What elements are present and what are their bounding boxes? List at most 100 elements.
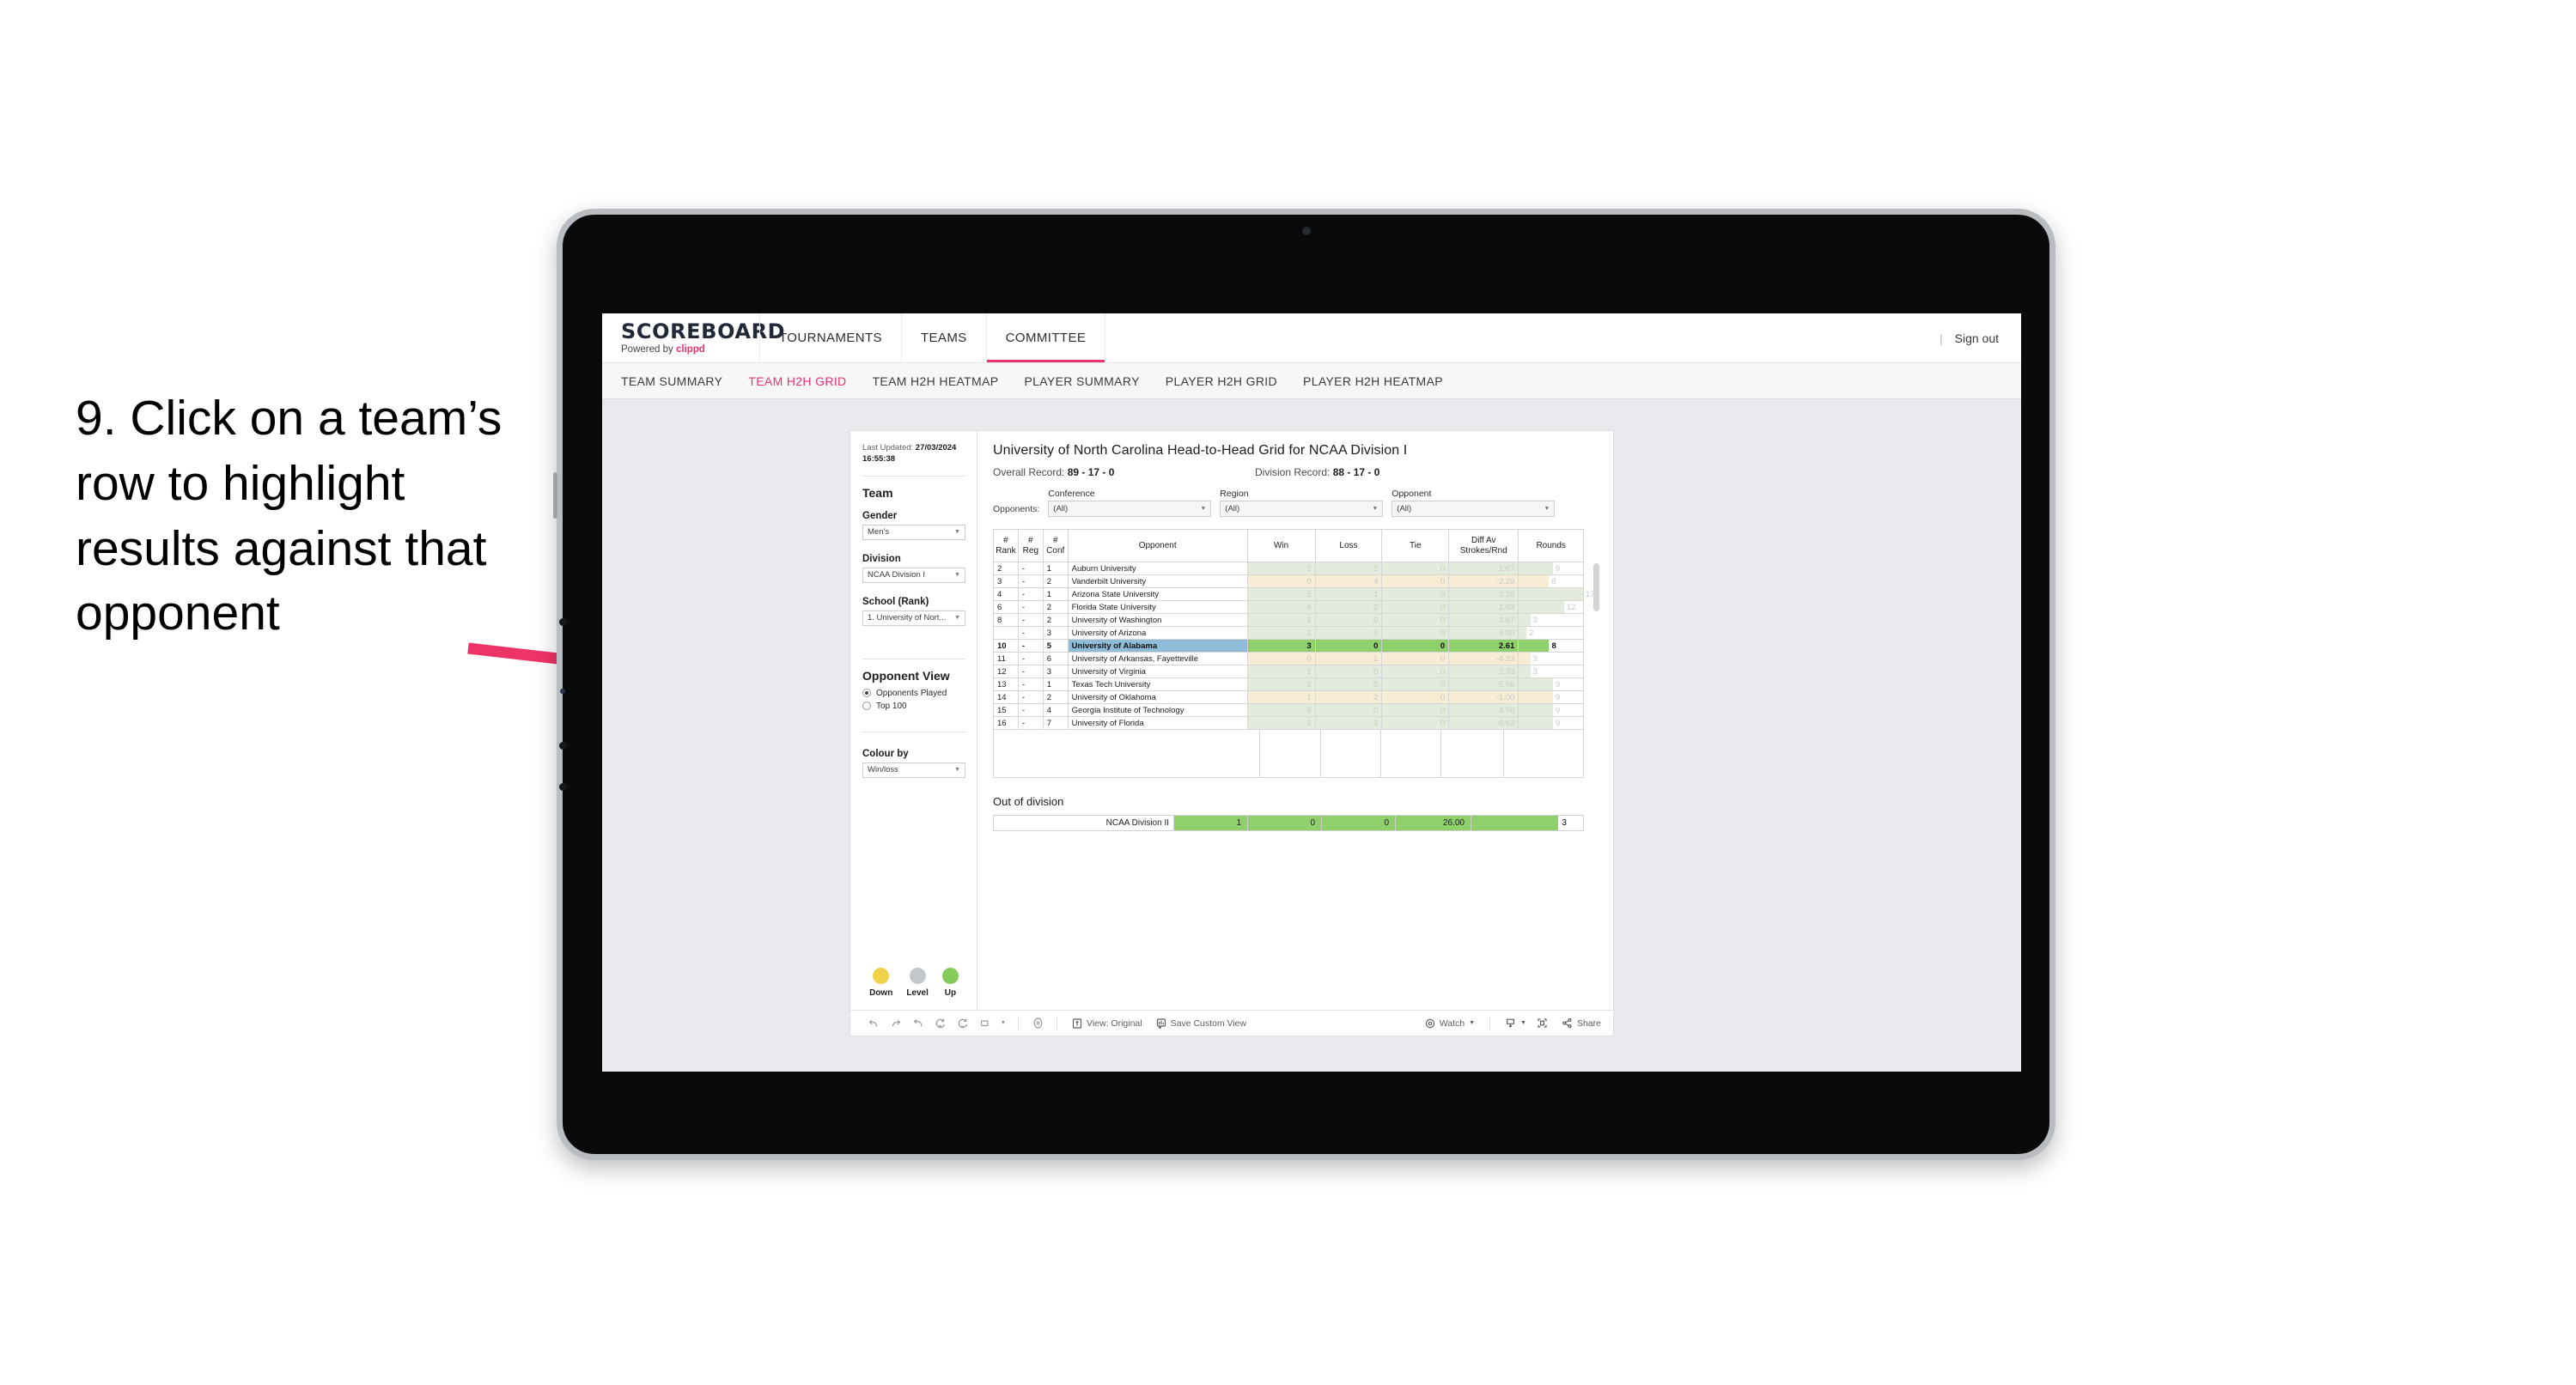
gender-select[interactable]: Men’s ▼ (862, 524, 965, 540)
school-select[interactable]: 1. University of Nort... ▼ (862, 610, 965, 626)
rounds-bar (1519, 575, 1550, 587)
cell-diff: 3.67 (1448, 613, 1519, 627)
opponents-label: Opponents: (993, 504, 1040, 514)
division-select[interactable]: NCAA Division I ▼ (862, 567, 965, 583)
records-row: Overall Record: 89 - 17 - 0 Division Rec… (993, 466, 1599, 478)
nav-item-tournaments[interactable]: TOURNAMENTS (759, 313, 901, 362)
cell-opponent: University of Arkansas, Fayetteville (1067, 652, 1248, 665)
revert-icon[interactable] (907, 1017, 929, 1030)
colour-by-select[interactable]: Win/loss ▼ (862, 762, 965, 778)
nav-item-committee[interactable]: COMMITTEE (985, 313, 1106, 362)
volume-button[interactable] (553, 472, 557, 519)
tab-player-h2h-grid[interactable]: PLAYER H2H GRID (1166, 374, 1277, 388)
download-button[interactable]: ▼ (1498, 1017, 1530, 1029)
conference-select[interactable]: (All) ▼ (1048, 501, 1212, 517)
rounds-value: 9 (1555, 563, 1561, 574)
table-row[interactable]: 2-1 Auburn University 2 1 0 1.67 9 (993, 562, 1584, 575)
table-row[interactable]: 3-2 Vanderbilt University 0 4 0 -2.29 8 (993, 574, 1584, 588)
tab-team-summary[interactable]: TEAM SUMMARY (621, 374, 722, 388)
division-record: Division Record: 88 - 17 - 0 (1255, 466, 1517, 478)
colour-by-value: Win/loss (868, 765, 898, 775)
opponent-select[interactable]: (All) ▼ (1392, 501, 1556, 517)
cell-reg: - (1017, 639, 1044, 653)
save-custom-view-button[interactable]: Save Custom View (1149, 1018, 1254, 1029)
col-opponent: Opponent (1067, 529, 1248, 562)
brand-logo[interactable]: SCOREBOARD Powered by clippd (602, 313, 785, 362)
out-of-division-row[interactable]: NCAA Division II 1 0 0 26.00 3 (993, 815, 1584, 831)
cell-conf: 1 (1042, 677, 1069, 691)
cell-loss: 1 (1314, 652, 1383, 665)
cell-opponent: Texas Tech University (1067, 677, 1248, 691)
ood-rounds-value: 3 (1562, 818, 1567, 828)
nav-item-teams[interactable]: TEAMS (900, 313, 986, 362)
watch-label: Watch (1439, 1017, 1465, 1029)
cell-rank: 15 (993, 703, 1019, 717)
table-header: # Rank # Reg # Conf Opponent Win Loss Tie D… (993, 529, 1584, 562)
watch-button[interactable]: Watch ▼ (1418, 1018, 1482, 1029)
table-row[interactable]: -3 University of Arizona 1 0 0 9.00 2 (993, 626, 1584, 640)
table-row[interactable]: 11-6 University of Arkansas, Fayetteville… (993, 652, 1584, 665)
table-row[interactable]: 16-7 University of Florida 3 1 0 6.62 9 (993, 716, 1584, 730)
alert-icon[interactable] (974, 1017, 996, 1030)
table-row[interactable]: 10-5 University of Alabama 3 0 0 2.61 8 (993, 639, 1584, 653)
cell-conf: 7 (1042, 716, 1069, 730)
gender-value: Men’s (868, 527, 890, 538)
share-button[interactable]: Share (1555, 1017, 1601, 1029)
table-blank-band (993, 730, 1584, 778)
radio-top-100[interactable]: Top 100 (862, 702, 965, 711)
cell-conf: 5 (1042, 639, 1069, 653)
cell-win: 1 (1246, 626, 1316, 640)
cell-tie: 0 (1381, 716, 1450, 730)
dropdown-icon[interactable]: ▼ (996, 1020, 1010, 1026)
rounds-value: 9 (1555, 705, 1561, 715)
cell-rank: 6 (993, 600, 1019, 614)
cell-diff: -4.33 (1448, 652, 1519, 665)
ood-rounds: 3 (1471, 816, 1583, 830)
table-row[interactable]: 13-1 Texas Tech University 3 0 0 5.56 9 (993, 677, 1584, 691)
tab-player-summary[interactable]: PLAYER SUMMARY (1024, 374, 1139, 388)
rounds-bar (1519, 640, 1550, 652)
cell-reg: - (1017, 690, 1044, 704)
signout-link[interactable]: Sign out (1955, 331, 1999, 345)
table-row[interactable]: 14-2 University of Oklahoma 1 2 0 -1.00 9 (993, 690, 1584, 704)
rounds-bar (1519, 691, 1553, 703)
cell-rank: 11 (993, 652, 1019, 665)
region-select[interactable]: (All) ▼ (1220, 501, 1384, 517)
col-loss: Loss (1314, 529, 1383, 562)
conference-label: Conference (1048, 489, 1095, 499)
fullscreen-button[interactable] (1530, 1017, 1555, 1029)
cell-reg: - (1017, 677, 1044, 691)
refresh-icon[interactable] (929, 1017, 952, 1030)
cell-win: 3 (1246, 677, 1316, 691)
cell-tie: 0 (1381, 574, 1450, 588)
pause-playback-icon[interactable] (1026, 1017, 1049, 1030)
school-value: 1. University of Nort... (868, 613, 947, 623)
table-scrollbar[interactable] (1593, 563, 1599, 611)
chevron-down-icon: ▼ (954, 767, 960, 774)
table-header-row: # Rank # Reg # Conf Opponent Win Loss Tie D… (993, 529, 1584, 562)
tab-team-h2h-grid[interactable]: TEAM H2H GRID (748, 374, 846, 388)
table-row[interactable]: 12-3 University of Virginia 1 0 0 2.33 3 (993, 665, 1584, 678)
tab-player-h2h-heatmap[interactable]: PLAYER H2H HEATMAP (1303, 374, 1443, 388)
radio-opponents-played[interactable]: Opponents Played (862, 689, 965, 698)
redo-icon[interactable] (885, 1017, 907, 1030)
pause-icon[interactable] (952, 1017, 974, 1030)
ood-win: 1 (1174, 816, 1248, 830)
table-row[interactable]: 8-2 University of Washington 1 0 0 3.67 3 (993, 613, 1584, 627)
table-row[interactable]: 4-1 Arizona State University 5 1 0 2.28 17 (993, 587, 1595, 601)
cell-rounds: 2 (1518, 626, 1584, 640)
radio-opponents-played-label: Opponents Played (876, 688, 947, 698)
opponent-filters: Opponents: Conference (All) ▼ Region (Al… (993, 489, 1599, 517)
school-filter: School (Rank) 1. University of Nort... ▼ (862, 597, 965, 626)
tab-team-h2h-heatmap[interactable]: TEAM H2H HEATMAP (873, 374, 999, 388)
table-row[interactable]: 15-4 Georgia Institute of Technology 5 0 0 4.… (993, 703, 1584, 717)
cell-tie: 0 (1381, 703, 1450, 717)
table-row[interactable]: 6-2 Florida State University 4 2 0 1.83 12 (993, 600, 1584, 614)
undo-icon[interactable] (862, 1017, 885, 1030)
radio-top-100-label: Top 100 (876, 701, 907, 711)
cell-win: 1 (1246, 665, 1316, 678)
cell-opponent: Vanderbilt University (1067, 574, 1248, 588)
view-original-button[interactable]: View: Original (1065, 1018, 1149, 1029)
rounds-value: 9 (1555, 679, 1561, 689)
cell-opponent: Arizona State University (1067, 587, 1248, 601)
